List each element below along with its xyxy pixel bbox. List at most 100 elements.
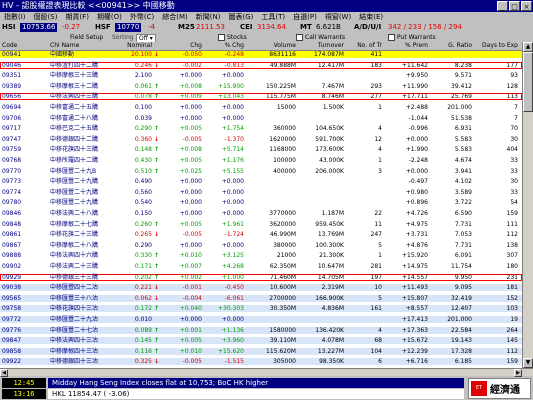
table-row[interactable]: 09848 中移摩根二十七購 0.260 ↑ +0.005 +1.961 3620000 95… [0, 221, 522, 228]
menu-portfolio[interactable]: 自選(P) [289, 12, 321, 23]
row-code: 00941 [2, 51, 22, 58]
row-trades: 22 [374, 210, 382, 217]
put-warrants-checkbox[interactable]: Put Warrants [388, 33, 436, 42]
row-gearing: 201.000 [447, 104, 472, 111]
col-chg[interactable]: Chg [160, 42, 202, 50]
table-row[interactable]: 09780 中移匯豐二十九購 0.540 +0.000 +0.000 +0.896 3.72… [0, 199, 522, 206]
row-pct-prem: -0.996 [408, 125, 428, 133]
col-trades[interactable]: No. of Tr [346, 42, 382, 50]
row-pct-chg: +0.000 [221, 316, 244, 323]
row-chg: +0.000 [179, 210, 202, 217]
table-row[interactable]: 09694 中移富通二十五購 0.100 +0.000 +0.000 15000 1.500… [0, 104, 522, 111]
maximize-button[interactable]: □ [509, 1, 520, 11]
col-pct-prem[interactable]: % Prem [384, 42, 428, 50]
table-row[interactable]: 09774 中移匯豐二十九購 0.560 +0.000 +0.000 +0.980 3.58… [0, 189, 522, 196]
col-nominal[interactable]: Nominal [120, 42, 152, 50]
row-nominal: 2.100 [134, 72, 152, 80]
table-row[interactable]: 09861 中移花旗二十三購 0.265 ↓ -0.005 -1.724 46.990M 13… [0, 231, 522, 238]
row-direction-icon: ↑ [154, 157, 160, 164]
row-chg: +0.000 [179, 104, 202, 111]
close-button[interactable]: × [521, 1, 532, 11]
row-chg: -0.050 [182, 51, 202, 58]
menu-options[interactable]: 期權(O) [93, 12, 126, 23]
col-chi-name[interactable]: Chi Name [50, 42, 79, 50]
table-row[interactable]: 09706 中移富通二十八購 0.039 +0.000 +0.000 -1.044 51.5… [0, 115, 522, 122]
col-pct-chg[interactable]: % Chg [204, 42, 244, 50]
row-gearing: 51.538 [451, 114, 472, 122]
menu-charts[interactable]: 圖表(G) [225, 12, 258, 23]
row-volume: 71.460M [269, 273, 296, 281]
row-pct-prem: +17.363 [401, 326, 428, 334]
table-row[interactable]: 09656 中移法興四十三購 0.078 ↑ +0.009 +13.043 115.775M… [0, 93, 522, 101]
table-row[interactable]: 09389 中移摩根三十二購 0.061 ↑ +0.008 +15.900 150.225M… [0, 83, 522, 90]
row-volume: 3620000 [269, 220, 296, 228]
row-nominal: 0.172 [134, 305, 152, 313]
row-chi-name: 中移摩根三十三購 [50, 72, 99, 80]
menu-composite[interactable]: 綜合(M) [158, 12, 192, 23]
table-row[interactable]: 09847 中移法興四十三沽 0.145 ↑ +0.005 +3.960 39.110M 4.… [0, 337, 522, 345]
menu-index[interactable]: 指數(I) [0, 12, 30, 23]
row-chi-name: 中移匯豐四十二沽 [50, 284, 99, 292]
col-turnover[interactable]: Turnover [298, 42, 344, 50]
table-row[interactable]: 09770 中移匯豐二十九B 0.510 ↑ +0.025 +5.155 400000 206… [0, 168, 522, 175]
col-code[interactable]: Code [2, 42, 17, 50]
scroll-down-arrow-icon[interactable]: ▼ [523, 358, 533, 368]
scroll-thumb[interactable] [523, 52, 533, 112]
scroll-right-arrow-icon[interactable]: ▶ [514, 369, 522, 377]
table-row[interactable]: 09038 中移匯豐四十二沽 0.221 ↓ -0.001 -0.450 10.600M 2.… [0, 284, 522, 292]
col-days-to-exp[interactable]: Days to Exp [474, 42, 518, 50]
table-row[interactable]: 09046 中移渣打四十二購 0.246 ↓ -0.002 -0.813 49.888M 12… [0, 61, 522, 69]
table-row[interactable]: 09776 中移匯豐二十七沽 0.089 ↑ +0.001 +1.136 1580000 13… [0, 326, 522, 334]
table-row[interactable]: 09888 中移法興四十六購 0.330 ↑ +0.010 +3.125 21000 21.3… [0, 252, 522, 259]
menu-futures[interactable]: 期貨(F) [61, 12, 93, 23]
vertical-scrollbar[interactable]: ▲ ▼ [522, 42, 533, 368]
menu-currency[interactable]: 外幣(C) [126, 12, 158, 23]
table-row[interactable]: 09929 中移德銀三十三購 0.202 ↑ +0.002 +1.000 71.460M 14… [0, 273, 522, 281]
minimize-button[interactable]: _ [497, 1, 508, 11]
call-warrants-checkbox[interactable]: Call Warrants [296, 33, 345, 42]
row-code: 09929 [2, 273, 22, 281]
table-row[interactable]: 09747 中移德銀四十二購 0.360 ↓ -0.005 -1.370 1620000 59… [0, 136, 522, 143]
table-row[interactable]: 09867 中移摩根二十八購 0.290 +0.000 +0.000 380000 100.… [0, 242, 522, 249]
scroll-up-arrow-icon[interactable]: ▲ [523, 42, 533, 52]
row-chi-name: 中移巴克二十五購 [50, 125, 99, 133]
scroll-left-arrow-icon[interactable]: ◀ [0, 369, 8, 377]
row-nominal: 0.062 [134, 294, 152, 302]
col-volume[interactable]: Volume [246, 42, 296, 50]
menu-stocks[interactable]: 個股(S) [30, 12, 62, 23]
menu-exit[interactable]: 結束(E) [355, 12, 387, 23]
news-headline[interactable]: Midday Hang Seng Index closes flat at 10… [48, 378, 464, 388]
table-row[interactable]: 09772 中移匯豐二十九沽 0.010 +0.000 +0.000 +17.413 201… [0, 316, 522, 323]
table-row[interactable]: 09846 中移法興二十八購 0.150 +0.000 +0.000 3770000 1.1… [0, 210, 522, 217]
table-row[interactable]: 00941 中國移動 20.100 ↓ -0.050 -0.248 8631116 174.0… [0, 51, 522, 58]
table-row[interactable]: 09758 中移花旗四十三沽 0.172 ↑ +0.040 +30.303 30.350M 4… [0, 305, 522, 313]
table-row[interactable]: 09717 中移巴克二十五購 0.290 ↑ +0.005 +1.754 360000 104… [0, 125, 522, 132]
row-days-to-exp: 7 [514, 114, 518, 122]
row-direction-icon: ↓ [154, 51, 160, 58]
row-pct-prem: -0.497 [408, 178, 428, 186]
menu-tools[interactable]: 工具(T) [257, 12, 289, 23]
row-pct-prem: +8.557 [405, 305, 428, 313]
row-code: 09780 [2, 199, 22, 207]
row-volume: 39.110M [269, 337, 296, 345]
row-volume: 1620000 [269, 135, 296, 143]
menu-window[interactable]: 視窗(W) [321, 12, 355, 23]
table-row[interactable]: 09759 中移花旗四十三購 0.148 ↑ +0.008 +5.714 1168000 17… [0, 146, 522, 153]
row-days-to-exp: 30 [510, 178, 518, 186]
field-setup-button[interactable]: Field Setup [70, 33, 103, 42]
table-row[interactable]: 09902 中移法興二十三購 0.171 ↑ +0.007 +4.268 62.350M 10… [0, 263, 522, 270]
menu-news[interactable]: 新聞(N) [192, 12, 225, 23]
table-row[interactable]: 09565 中移匯豐三十八沽 0.062 ↓ -0.004 -6.061 2700000 16… [0, 294, 522, 302]
horizontal-scrollbar[interactable]: ◀ ▶ [0, 368, 533, 377]
col-gearing[interactable]: G. Ratio [430, 42, 472, 50]
row-trades: 1 [378, 252, 382, 260]
table-row[interactable]: 09351 中移摩根三十三購 2.100 +0.000 +0.000 +9.950 9.57… [0, 72, 522, 79]
table-row[interactable]: 09922 中移德銀四十三沽 0.325 ↓ -0.005 -1.515 305000 98.… [0, 358, 522, 366]
row-chi-name: 中移匯豐二十七沽 [50, 326, 99, 334]
table-row[interactable]: 09858 中移摩根四十三沽 0.116 ↑ +0.010 +15.620 115.620M… [0, 347, 522, 355]
table-row[interactable]: 09773 中移匯豐二十九購 0.490 +0.000 +0.000 -0.497 4.10… [0, 178, 522, 185]
row-chg: +0.005 [179, 337, 202, 345]
stocks-checkbox[interactable]: Stocks [218, 33, 247, 42]
row-code: 09694 [2, 104, 22, 111]
table-row[interactable]: 09768 中移所羅四十二購 0.430 ↑ +0.005 +1.176 100000 43.… [0, 157, 522, 164]
